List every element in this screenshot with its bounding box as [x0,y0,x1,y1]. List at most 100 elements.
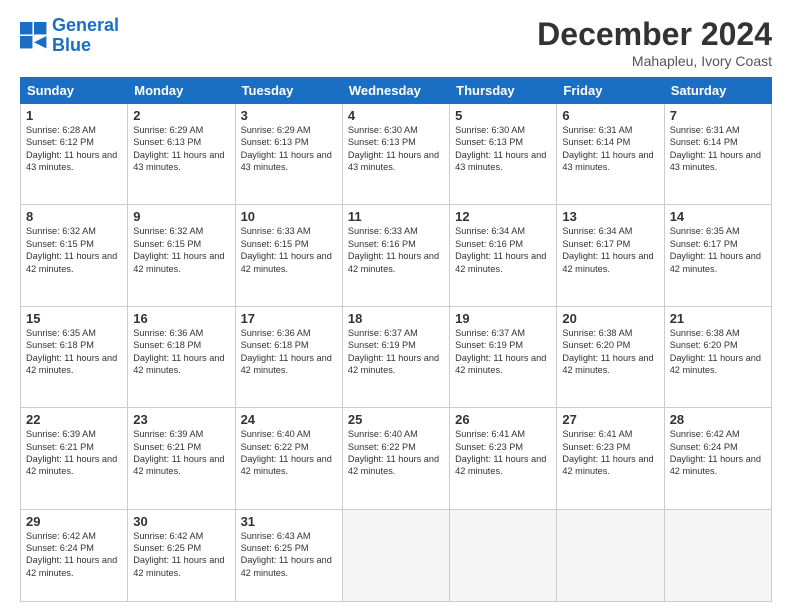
day-info: Sunrise: 6:42 AM Sunset: 6:24 PM Dayligh… [670,428,766,478]
header-wednesday: Wednesday [342,78,449,104]
table-row: 27 Sunrise: 6:41 AM Sunset: 6:23 PM Dayl… [557,408,664,509]
daylight-label: Daylight: 11 hours and 42 minutes. [670,251,761,273]
daylight-label: Daylight: 11 hours and 42 minutes. [26,555,117,577]
sunrise-label: Sunrise: 6:29 AM [241,125,311,135]
sunset-label: Sunset: 6:17 PM [670,239,738,249]
daylight-label: Daylight: 11 hours and 42 minutes. [26,251,117,273]
daylight-label: Daylight: 11 hours and 43 minutes. [26,150,117,172]
daylight-label: Daylight: 11 hours and 42 minutes. [26,353,117,375]
daylight-label: Daylight: 11 hours and 43 minutes. [455,150,546,172]
sunset-label: Sunset: 6:15 PM [26,239,94,249]
day-info: Sunrise: 6:42 AM Sunset: 6:25 PM Dayligh… [133,530,229,580]
day-number: 17 [241,311,337,326]
daylight-label: Daylight: 11 hours and 42 minutes. [133,555,224,577]
table-row: 3 Sunrise: 6:29 AM Sunset: 6:13 PM Dayli… [235,104,342,205]
daylight-label: Daylight: 11 hours and 42 minutes. [133,454,224,476]
day-number: 9 [133,209,229,224]
logo-general: General [52,15,119,35]
sunset-label: Sunset: 6:22 PM [348,442,416,452]
day-number: 23 [133,412,229,427]
daylight-label: Daylight: 11 hours and 42 minutes. [562,353,653,375]
daylight-label: Daylight: 11 hours and 42 minutes. [26,454,117,476]
day-info: Sunrise: 6:39 AM Sunset: 6:21 PM Dayligh… [133,428,229,478]
day-number: 16 [133,311,229,326]
table-row: 18 Sunrise: 6:37 AM Sunset: 6:19 PM Dayl… [342,306,449,407]
day-info: Sunrise: 6:42 AM Sunset: 6:24 PM Dayligh… [26,530,122,580]
sunset-label: Sunset: 6:19 PM [455,340,523,350]
table-row: 29 Sunrise: 6:42 AM Sunset: 6:24 PM Dayl… [21,509,128,601]
sunrise-label: Sunrise: 6:31 AM [562,125,632,135]
day-info: Sunrise: 6:29 AM Sunset: 6:13 PM Dayligh… [133,124,229,174]
sunrise-label: Sunrise: 6:39 AM [133,429,203,439]
sunrise-label: Sunrise: 6:32 AM [133,226,203,236]
table-row [342,509,449,601]
sunrise-label: Sunrise: 6:38 AM [670,328,740,338]
month-title: December 2024 [537,16,772,53]
day-number: 3 [241,108,337,123]
table-row: 23 Sunrise: 6:39 AM Sunset: 6:21 PM Dayl… [128,408,235,509]
sunrise-label: Sunrise: 6:35 AM [670,226,740,236]
daylight-label: Daylight: 11 hours and 42 minutes. [348,251,439,273]
sunset-label: Sunset: 6:13 PM [348,137,416,147]
sunrise-label: Sunrise: 6:41 AM [455,429,525,439]
sunset-label: Sunset: 6:20 PM [562,340,630,350]
sunrise-label: Sunrise: 6:35 AM [26,328,96,338]
day-info: Sunrise: 6:39 AM Sunset: 6:21 PM Dayligh… [26,428,122,478]
table-row: 25 Sunrise: 6:40 AM Sunset: 6:22 PM Dayl… [342,408,449,509]
daylight-label: Daylight: 11 hours and 42 minutes. [562,251,653,273]
sunrise-label: Sunrise: 6:39 AM [26,429,96,439]
table-row: 13 Sunrise: 6:34 AM Sunset: 6:17 PM Dayl… [557,205,664,306]
header-saturday: Saturday [664,78,771,104]
daylight-label: Daylight: 11 hours and 42 minutes. [455,353,546,375]
table-row: 14 Sunrise: 6:35 AM Sunset: 6:17 PM Dayl… [664,205,771,306]
day-number: 7 [670,108,766,123]
day-info: Sunrise: 6:34 AM Sunset: 6:17 PM Dayligh… [562,225,658,275]
table-row: 21 Sunrise: 6:38 AM Sunset: 6:20 PM Dayl… [664,306,771,407]
daylight-label: Daylight: 11 hours and 43 minutes. [241,150,332,172]
day-info: Sunrise: 6:33 AM Sunset: 6:15 PM Dayligh… [241,225,337,275]
sunset-label: Sunset: 6:17 PM [562,239,630,249]
day-number: 27 [562,412,658,427]
daylight-label: Daylight: 11 hours and 42 minutes. [133,353,224,375]
sunrise-label: Sunrise: 6:37 AM [348,328,418,338]
table-row: 8 Sunrise: 6:32 AM Sunset: 6:15 PM Dayli… [21,205,128,306]
day-info: Sunrise: 6:43 AM Sunset: 6:25 PM Dayligh… [241,530,337,580]
logo-blue: Blue [52,35,91,55]
table-row: 1 Sunrise: 6:28 AM Sunset: 6:12 PM Dayli… [21,104,128,205]
daylight-label: Daylight: 11 hours and 42 minutes. [670,454,761,476]
sunrise-label: Sunrise: 6:41 AM [562,429,632,439]
table-row: 7 Sunrise: 6:31 AM Sunset: 6:14 PM Dayli… [664,104,771,205]
day-info: Sunrise: 6:37 AM Sunset: 6:19 PM Dayligh… [455,327,551,377]
sunrise-label: Sunrise: 6:30 AM [455,125,525,135]
daylight-label: Daylight: 11 hours and 42 minutes. [241,353,332,375]
table-row: 9 Sunrise: 6:32 AM Sunset: 6:15 PM Dayli… [128,205,235,306]
table-row: 4 Sunrise: 6:30 AM Sunset: 6:13 PM Dayli… [342,104,449,205]
day-info: Sunrise: 6:31 AM Sunset: 6:14 PM Dayligh… [670,124,766,174]
day-info: Sunrise: 6:38 AM Sunset: 6:20 PM Dayligh… [670,327,766,377]
daylight-label: Daylight: 11 hours and 42 minutes. [241,555,332,577]
table-row: 17 Sunrise: 6:36 AM Sunset: 6:18 PM Dayl… [235,306,342,407]
table-row: 19 Sunrise: 6:37 AM Sunset: 6:19 PM Dayl… [450,306,557,407]
sunset-label: Sunset: 6:21 PM [26,442,94,452]
day-info: Sunrise: 6:41 AM Sunset: 6:23 PM Dayligh… [562,428,658,478]
table-row [450,509,557,601]
daylight-label: Daylight: 11 hours and 42 minutes. [241,454,332,476]
sunset-label: Sunset: 6:22 PM [241,442,309,452]
sunset-label: Sunset: 6:13 PM [133,137,201,147]
header-sunday: Sunday [21,78,128,104]
sunset-label: Sunset: 6:23 PM [455,442,523,452]
sunrise-label: Sunrise: 6:28 AM [26,125,96,135]
sunrise-label: Sunrise: 6:43 AM [241,531,311,541]
sunset-label: Sunset: 6:19 PM [348,340,416,350]
day-number: 19 [455,311,551,326]
day-info: Sunrise: 6:38 AM Sunset: 6:20 PM Dayligh… [562,327,658,377]
sunset-label: Sunset: 6:21 PM [133,442,201,452]
sunrise-label: Sunrise: 6:34 AM [562,226,632,236]
sunrise-label: Sunrise: 6:29 AM [133,125,203,135]
sunset-label: Sunset: 6:18 PM [241,340,309,350]
sunrise-label: Sunrise: 6:34 AM [455,226,525,236]
day-number: 18 [348,311,444,326]
sunrise-label: Sunrise: 6:33 AM [241,226,311,236]
day-number: 31 [241,514,337,529]
sunset-label: Sunset: 6:13 PM [241,137,309,147]
